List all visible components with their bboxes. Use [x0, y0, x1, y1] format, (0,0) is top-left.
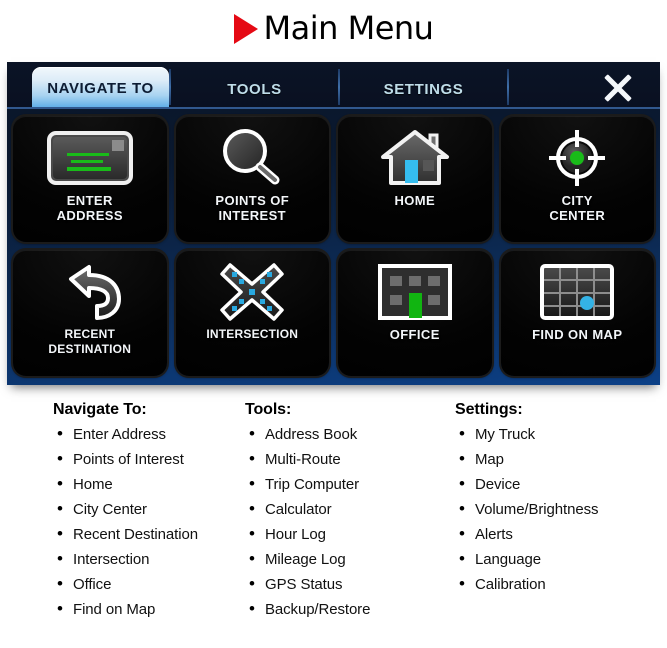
tile-points-of-interest[interactable]: POINTS OF INTEREST [175, 116, 330, 242]
tile-home[interactable]: HOME [338, 116, 492, 242]
tile-office[interactable]: OFFICE [338, 250, 492, 376]
u-turn-arrow-icon [13, 259, 167, 325]
play-triangle-icon [233, 13, 258, 44]
list-item: Calculator [245, 496, 455, 522]
house-icon [338, 125, 492, 191]
tile-intersection-label: INTERSECTION [206, 327, 299, 341]
tab-tools[interactable]: TOOLS [171, 69, 338, 109]
list-item: Address Book [245, 421, 455, 447]
tile-find-on-map-label: FIND ON MAP [532, 327, 623, 342]
list-item: Intersection [53, 546, 245, 572]
list-item: Mileage Log [245, 546, 455, 572]
list-item: Backup/Restore [245, 596, 455, 622]
device-screen: NAVIGATE TO TOOLS SETTINGS ENTER ADDRESS… [7, 62, 660, 385]
tile-city-center[interactable]: CITY CENTER [500, 116, 655, 242]
list-item: Points of Interest [53, 446, 245, 472]
list-item: Alerts [455, 521, 667, 547]
list-item: Enter Address [53, 421, 245, 447]
tile-enter-address[interactable]: ENTER ADDRESS [13, 116, 167, 242]
list-item: Calibration [455, 571, 667, 597]
tab-navigate-to-label: NAVIGATE TO [47, 79, 154, 97]
list-item: Device [455, 471, 667, 497]
magnifier-icon [176, 125, 330, 191]
list-item: Trip Computer [245, 471, 455, 497]
tile-recent-destination-label: RECENT DESTINATION [48, 327, 132, 356]
list-settings-items: My Truck Map Device Volume/Brightness Al… [455, 421, 667, 597]
list-navigate-to-items: Enter Address Points of Interest Home Ci… [53, 421, 245, 622]
tile-home-label: HOME [394, 193, 436, 208]
list-item: Map [455, 446, 667, 472]
page-title: Main Menu [263, 9, 434, 47]
list-item: Office [53, 571, 245, 597]
map-grid-icon [501, 259, 655, 325]
close-button[interactable] [575, 67, 660, 109]
list-item: Language [455, 546, 667, 572]
tile-recent-destination[interactable]: RECENT DESTINATION [13, 250, 167, 376]
list-settings: Settings: My Truck Map Device Volume/Bri… [455, 401, 667, 622]
list-item: GPS Status [245, 571, 455, 597]
menu-grid: ENTER ADDRESS POINTS OF INTEREST HOME CI… [7, 109, 660, 385]
list-navigate-to: Navigate To: Enter Address Points of Int… [0, 401, 245, 622]
tab-settings[interactable]: SETTINGS [340, 69, 507, 109]
list-tools-heading: Tools: [245, 401, 292, 418]
tab-tools-label: TOOLS [227, 80, 282, 98]
tile-office-label: OFFICE [389, 327, 440, 342]
list-item: Hour Log [245, 521, 455, 547]
feature-lists: Navigate To: Enter Address Points of Int… [0, 385, 667, 622]
office-building-icon [338, 259, 492, 325]
page-title-bar: Main Menu [0, 0, 667, 62]
keyboard-screen-icon [13, 125, 167, 191]
device-screen-wrapper: NAVIGATE TO TOOLS SETTINGS ENTER ADDRESS… [7, 62, 660, 385]
crosshair-icon [501, 125, 655, 191]
list-item: Recent Destination [53, 521, 245, 547]
list-navigate-to-heading: Navigate To: [53, 401, 147, 418]
intersection-cross-icon [176, 259, 330, 325]
tab-navigate-to[interactable]: NAVIGATE TO [32, 67, 169, 109]
list-item: Volume/Brightness [455, 496, 667, 522]
list-item: City Center [53, 496, 245, 522]
tile-points-of-interest-label: POINTS OF INTEREST [215, 193, 290, 223]
list-tools-items: Address Book Multi-Route Trip Computer C… [245, 421, 455, 622]
tile-city-center-label: CITY CENTER [549, 193, 606, 223]
list-settings-heading: Settings: [455, 401, 523, 418]
list-item: Find on Map [53, 596, 245, 622]
tab-settings-label: SETTINGS [383, 80, 464, 98]
list-item: My Truck [455, 421, 667, 447]
close-icon [603, 73, 633, 103]
tab-separator-3 [507, 69, 509, 105]
list-item: Multi-Route [245, 446, 455, 472]
tile-intersection[interactable]: INTERSECTION [175, 250, 330, 376]
tile-find-on-map[interactable]: FIND ON MAP [500, 250, 655, 376]
tile-enter-address-label: ENTER ADDRESS [56, 193, 123, 223]
list-tools: Tools: Address Book Multi-Route Trip Com… [245, 401, 455, 622]
tab-bar: NAVIGATE TO TOOLS SETTINGS [7, 62, 660, 109]
list-item: Home [53, 471, 245, 497]
